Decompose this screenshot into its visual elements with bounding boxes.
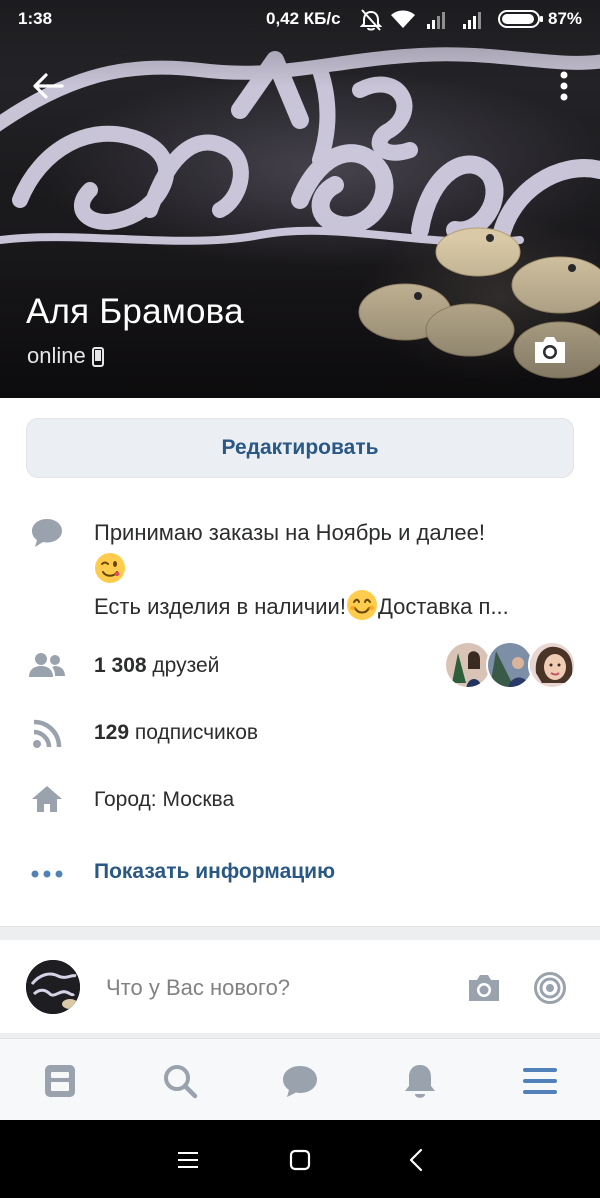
city-text: Город: Москва (94, 788, 235, 811)
recent-apps-button[interactable] (168, 1142, 208, 1178)
arrow-left-icon (33, 73, 64, 99)
edit-profile-button[interactable]: Редактировать (26, 418, 574, 478)
tab-notifications[interactable] (396, 1057, 444, 1105)
battery-percent: 87% (548, 9, 583, 28)
live-broadcast-icon (534, 972, 566, 1004)
tab-menu[interactable] (516, 1057, 564, 1105)
system-nav-bar (0, 1120, 600, 1198)
tab-messages[interactable] (276, 1057, 324, 1105)
friends-count-link[interactable]: 1 308 друзей (94, 654, 219, 678)
tab-news[interactable] (36, 1057, 84, 1105)
chevron-left-icon (409, 1148, 423, 1172)
people-icon (28, 648, 66, 682)
back-button[interactable] (26, 64, 70, 108)
camera-icon (535, 337, 565, 363)
rss-icon (28, 717, 66, 751)
more-options-button[interactable] (542, 64, 586, 108)
signal-icon (427, 12, 445, 29)
avatar[interactable] (26, 960, 80, 1014)
status-line-1: Принимаю заказы на Ноябрь и далее! (94, 520, 486, 545)
change-cover-button[interactable] (528, 330, 572, 370)
profile-name: Аля Брамова (26, 292, 244, 331)
friends-label: друзей (152, 654, 220, 677)
bottom-tab-bar (0, 1038, 600, 1120)
home-icon (28, 782, 66, 816)
mobile-phone-icon (91, 347, 104, 367)
winking-face-emoji (95, 553, 125, 583)
message-bubble-icon (283, 1066, 317, 1097)
friend-avatar (486, 641, 534, 689)
tab-search[interactable] (156, 1057, 204, 1105)
camera-icon (469, 975, 499, 1001)
cover-shade (0, 0, 600, 398)
status-line-3: Есть изделия в наличии! Доставка п... (94, 588, 564, 625)
status-line-3-start: Есть изделия в наличии! (94, 594, 346, 619)
search-icon (164, 1065, 198, 1099)
menu-lines-icon (178, 1152, 198, 1168)
status-time: 1:38 (18, 9, 53, 28)
more-horizontal-icon (28, 857, 66, 891)
live-broadcast-button[interactable] (528, 966, 572, 1010)
status-line-3-end: Доставка п... (377, 594, 509, 619)
presence-text: online (27, 343, 86, 368)
network-speed: 0,42 КБ/с (266, 9, 341, 28)
smiling-face-emoji (346, 590, 377, 620)
attach-photo-button[interactable] (462, 968, 506, 1008)
profile-cover[interactable]: 1:38 0,42 КБ/с 87% Аля Брамова online (0, 0, 600, 398)
home-button[interactable] (280, 1142, 320, 1178)
hamburger-menu-icon (523, 1068, 557, 1094)
alarm-off-icon (360, 9, 382, 31)
speech-bubble-icon (28, 516, 66, 550)
more-vertical-icon (560, 71, 568, 101)
square-icon (289, 1149, 311, 1171)
status-line-2 (94, 551, 564, 588)
profile-status-text[interactable]: Принимаю заказы на Ноябрь и далее! Есть … (94, 514, 564, 625)
system-back-button[interactable] (396, 1142, 436, 1178)
bell-icon (405, 1065, 435, 1098)
friend-avatar (444, 641, 492, 689)
new-post-input[interactable]: Что у Вас нового? (106, 975, 290, 1001)
presence-status: online (27, 343, 104, 369)
followers-count: 129 (94, 721, 130, 744)
battery-icon (498, 10, 543, 28)
friend-avatar (528, 641, 576, 689)
followers-label: подписчиков (134, 721, 259, 744)
friends-avatars[interactable] (444, 641, 576, 691)
show-info-link[interactable]: Показать информацию (94, 860, 335, 884)
wifi-icon (391, 10, 415, 28)
followers-count-link[interactable]: 129 подписчиков (94, 721, 258, 745)
section-separator (0, 926, 600, 940)
friends-count: 1 308 (94, 654, 147, 677)
newsfeed-icon (45, 1065, 75, 1097)
signal-icon (463, 12, 481, 29)
status-bar: 1:38 0,42 КБ/с 87% (0, 0, 600, 40)
